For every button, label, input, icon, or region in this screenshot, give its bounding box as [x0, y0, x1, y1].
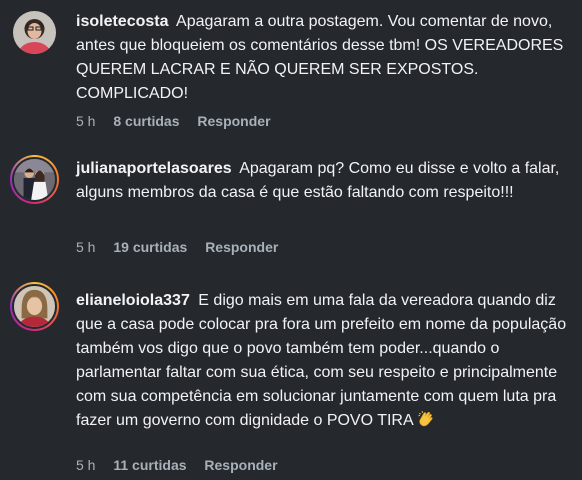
- comment-meta: 5 h 11 curtidas Responder: [76, 457, 292, 473]
- comment-time: 5 h: [76, 113, 96, 129]
- comment-time: 5 h: [76, 239, 96, 255]
- comment-username[interactable]: julianaportelasoares: [76, 160, 232, 177]
- comment-item: elianeloiola337 E digo mais em uma fala …: [0, 265, 582, 480]
- comment-item: julianaportelasoares Apagaram pq? Como e…: [0, 140, 582, 265]
- comment-likes[interactable]: 8 curtidas: [113, 113, 179, 129]
- clapping-hands-icon: [418, 410, 433, 427]
- avatar[interactable]: [13, 11, 56, 54]
- comment-likes[interactable]: 19 curtidas: [113, 239, 187, 255]
- avatar[interactable]: [10, 282, 59, 331]
- comment-likes[interactable]: 11 curtidas: [113, 457, 186, 473]
- reply-button[interactable]: Responder: [204, 457, 277, 473]
- comment-item: isoletecosta Apagaram a outra postagem. …: [0, 0, 582, 140]
- comment-username[interactable]: elianeloiola337: [76, 292, 190, 309]
- reply-button[interactable]: Responder: [197, 113, 270, 129]
- comment-body: elianeloiola337 E digo mais em uma fala …: [76, 289, 572, 433]
- avatar-couple-icon: [14, 159, 55, 200]
- avatar-woman-blonde-icon: [14, 286, 55, 327]
- comment-body: isoletecosta Apagaram a outra postagem. …: [76, 10, 572, 106]
- avatar-woman-icon: [13, 11, 56, 54]
- comment-time: 5 h: [76, 457, 96, 473]
- avatar[interactable]: [10, 155, 59, 204]
- comment-body: julianaportelasoares Apagaram pq? Como e…: [76, 157, 572, 205]
- comment-meta: 5 h 19 curtidas Responder: [76, 239, 292, 255]
- comment-text: E digo mais em uma fala da vereadora qua…: [76, 292, 567, 429]
- comment-meta: 5 h 8 curtidas Responder: [76, 113, 285, 129]
- comment-username[interactable]: isoletecosta: [76, 13, 168, 30]
- reply-button[interactable]: Responder: [205, 239, 278, 255]
